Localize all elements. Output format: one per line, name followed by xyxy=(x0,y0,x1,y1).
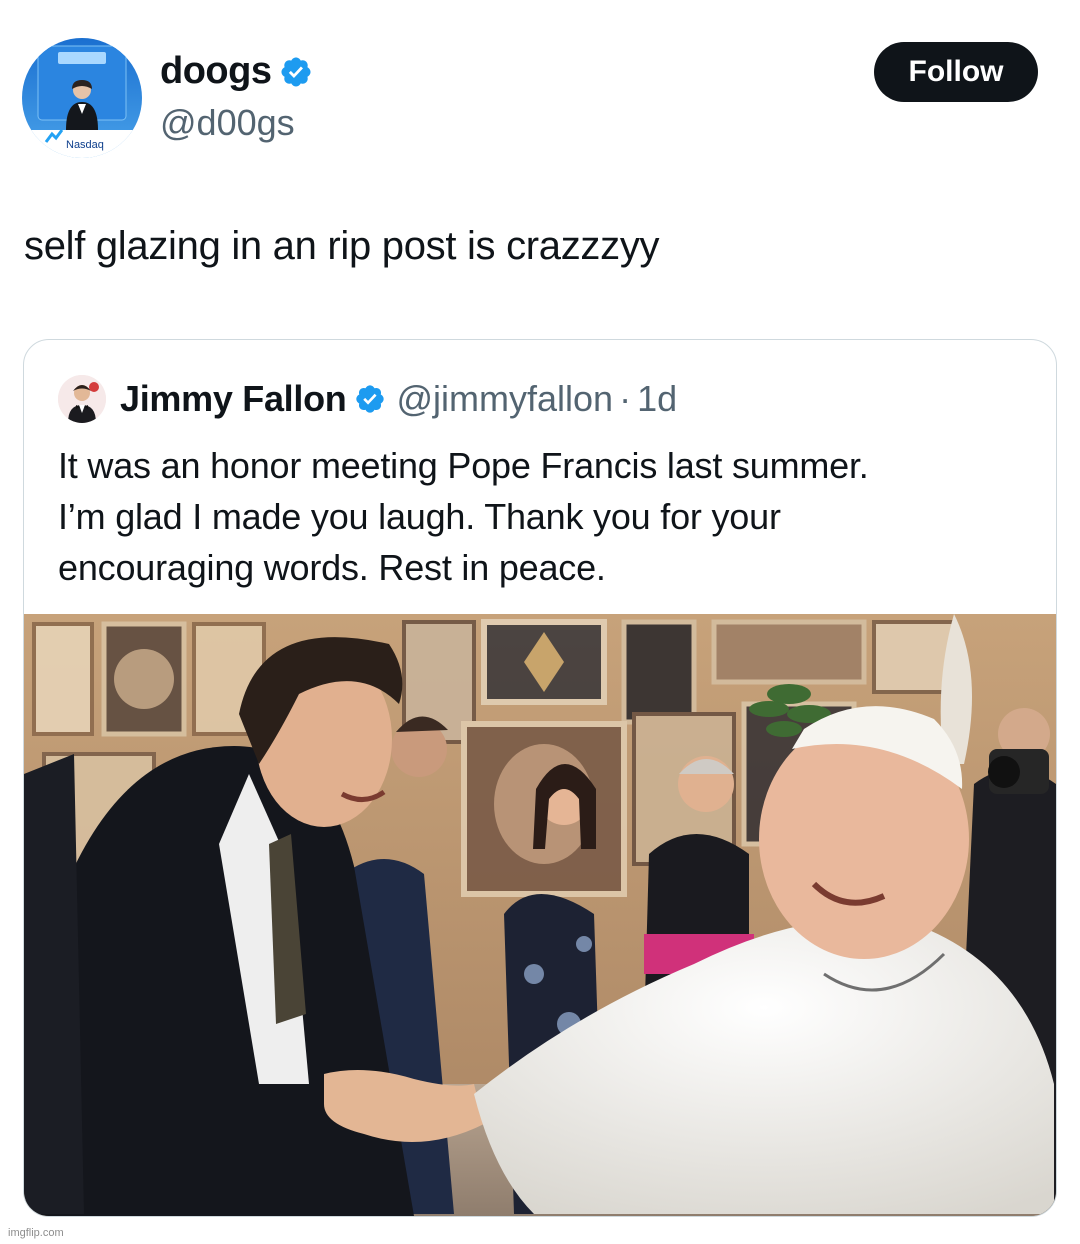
avatar-logo-text: Nasdaq xyxy=(66,139,104,151)
avatar-image: Nasdaq xyxy=(22,38,142,158)
author-handle[interactable]: @d00gs xyxy=(160,102,295,144)
quoted-text-line: I’m glad I made you laugh. Thank you for… xyxy=(58,496,781,537)
verified-badge-icon xyxy=(281,56,312,87)
verified-badge-icon xyxy=(354,383,386,415)
photo-illustration xyxy=(24,614,1056,1216)
quoted-display-name[interactable]: Jimmy Fallon xyxy=(120,378,347,420)
separator-dot: · xyxy=(619,378,632,419)
quoted-text-line: It was an honor meeting Pope Francis las… xyxy=(58,445,869,486)
quoted-tweet-card[interactable]: Jimmy Fallon @jimmyfallon · 1d It was an… xyxy=(23,339,1057,1217)
quoted-avatar[interactable] xyxy=(58,375,106,423)
avatar[interactable]: Nasdaq xyxy=(22,38,142,158)
author-display-name: doogs xyxy=(160,50,272,92)
author-display-name-row[interactable]: doogs xyxy=(160,50,313,93)
quoted-text: It was an honor meeting Pope Francis las… xyxy=(58,440,1038,593)
attached-photo[interactable] xyxy=(24,614,1056,1216)
quoted-text-line: encouraging words. Rest in peace. xyxy=(58,547,606,588)
watermark: imgflip.com xyxy=(8,1227,64,1239)
quoted-handle[interactable]: @jimmyfallon xyxy=(396,378,613,420)
quoted-header: Jimmy Fallon @jimmyfallon · 1d xyxy=(120,378,677,420)
quoted-timestamp[interactable]: 1d xyxy=(637,378,677,420)
tweet-text: self glazing in an rip post is crazzzyy xyxy=(24,224,660,268)
quoted-avatar-image xyxy=(58,375,106,423)
follow-button[interactable]: Follow xyxy=(874,42,1038,102)
